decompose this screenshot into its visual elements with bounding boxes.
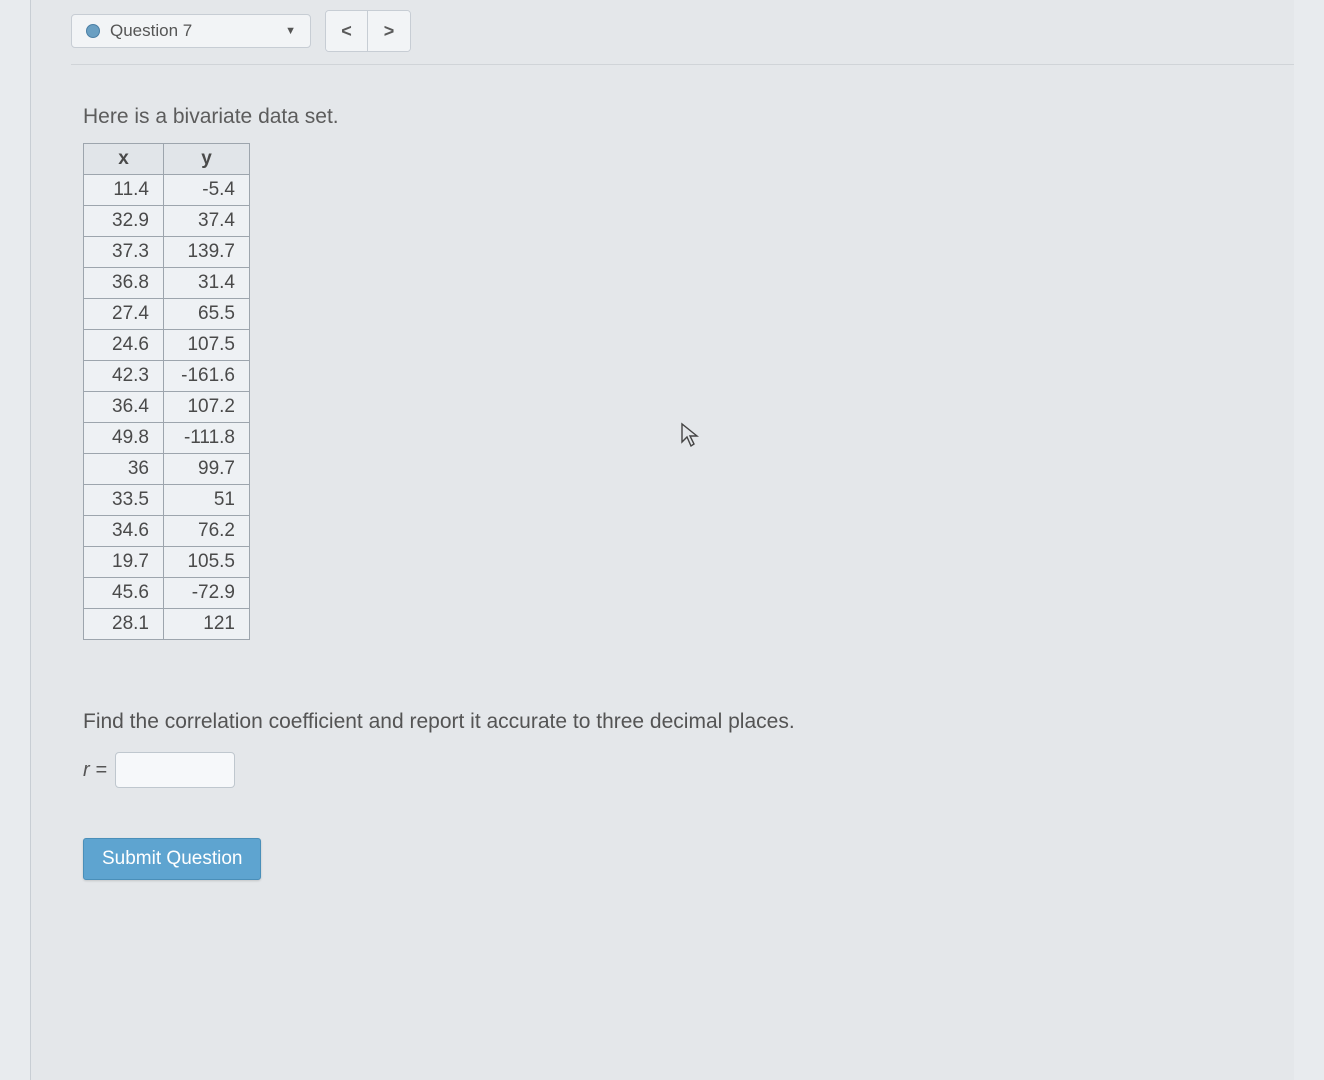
cell-y: 121	[164, 609, 250, 640]
table-row: 11.4-5.4	[84, 175, 250, 206]
cell-y: 76.2	[164, 516, 250, 547]
cell-x: 32.9	[84, 206, 164, 237]
cell-y: 51	[164, 485, 250, 516]
table-row: 3699.7	[84, 454, 250, 485]
table-row: 45.6-72.9	[84, 578, 250, 609]
status-dot-icon	[86, 24, 100, 38]
cell-x: 24.6	[84, 330, 164, 361]
cell-x: 37.3	[84, 237, 164, 268]
cell-x: 36.8	[84, 268, 164, 299]
cell-y: 37.4	[164, 206, 250, 237]
cell-x: 27.4	[84, 299, 164, 330]
table-row: 49.8-111.8	[84, 423, 250, 454]
cell-y: 99.7	[164, 454, 250, 485]
table-row: 34.676.2	[84, 516, 250, 547]
submit-question-button[interactable]: Submit Question	[83, 838, 261, 880]
cell-y: 107.2	[164, 392, 250, 423]
cell-y: -161.6	[164, 361, 250, 392]
caret-down-icon: ▼	[285, 25, 296, 37]
cell-x: 49.8	[84, 423, 164, 454]
cell-x: 33.5	[84, 485, 164, 516]
intro-text: Here is a bivariate data set.	[83, 105, 1294, 129]
cell-y: -111.8	[164, 423, 250, 454]
table-row: 27.465.5	[84, 299, 250, 330]
correlation-input[interactable]	[115, 752, 235, 788]
table-row: 24.6107.5	[84, 330, 250, 361]
cell-y: 105.5	[164, 547, 250, 578]
next-question-button[interactable]: >	[368, 11, 410, 51]
cell-y: -5.4	[164, 175, 250, 206]
col-header-x: x	[84, 144, 164, 175]
prompt-text: Find the correlation coefficient and rep…	[83, 710, 1294, 734]
cell-y: 107.5	[164, 330, 250, 361]
cell-y: 65.5	[164, 299, 250, 330]
table-row: 28.1121	[84, 609, 250, 640]
question-nav-group: < >	[325, 10, 411, 52]
table-row: 19.7105.5	[84, 547, 250, 578]
table-row: 37.3139.7	[84, 237, 250, 268]
cell-x: 34.6	[84, 516, 164, 547]
table-row: 36.4107.2	[84, 392, 250, 423]
question-dropdown[interactable]: Question 7 ▼	[71, 14, 311, 48]
cell-x: 45.6	[84, 578, 164, 609]
cell-x: 28.1	[84, 609, 164, 640]
table-row: 42.3-161.6	[84, 361, 250, 392]
col-header-y: y	[164, 144, 250, 175]
cell-x: 36.4	[84, 392, 164, 423]
table-row: 36.831.4	[84, 268, 250, 299]
table-row: 32.937.4	[84, 206, 250, 237]
question-dropdown-label: Question 7	[110, 21, 275, 41]
cell-y: 139.7	[164, 237, 250, 268]
prev-question-button[interactable]: <	[326, 11, 368, 51]
cell-x: 42.3	[84, 361, 164, 392]
answer-label: r =	[83, 759, 107, 782]
cell-x: 19.7	[84, 547, 164, 578]
cell-x: 11.4	[84, 175, 164, 206]
table-row: 33.551	[84, 485, 250, 516]
bivariate-data-table: x y 11.4-5.432.937.437.3139.736.831.427.…	[83, 143, 250, 640]
cell-y: -72.9	[164, 578, 250, 609]
cell-y: 31.4	[164, 268, 250, 299]
cell-x: 36	[84, 454, 164, 485]
